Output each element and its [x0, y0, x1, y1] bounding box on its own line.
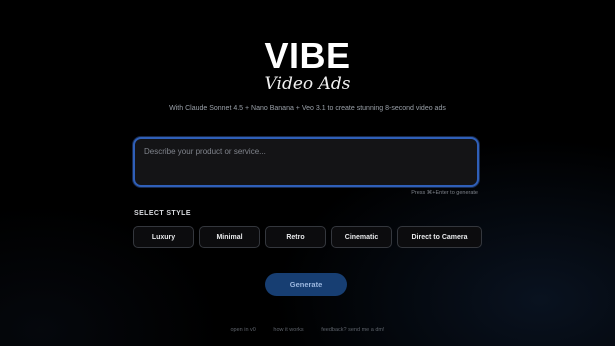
product-description-input[interactable]: [135, 139, 477, 185]
brand-title: VIBE: [264, 35, 351, 76]
keyboard-hint: Press ⌘+Enter to generate: [411, 190, 478, 196]
footer-link-feedback[interactable]: feedback? send me a dm!: [321, 327, 384, 333]
brand-subtitle: Video Ads: [264, 74, 351, 94]
style-options: Luxury Minimal Retro Cinematic Direct to…: [133, 226, 482, 248]
style-luxury-button[interactable]: Luxury: [133, 226, 194, 248]
tagline: With Claude Sonnet 4.5 + Nano Banana + V…: [169, 105, 446, 112]
footer-links: open in v0 how it works feedback? send m…: [0, 327, 615, 333]
footer-link-how-it-works[interactable]: how it works: [273, 327, 303, 333]
select-style-label: SELECT STYLE: [134, 210, 191, 217]
footer-link-open-in-v0[interactable]: open in v0: [230, 327, 255, 333]
style-retro-button[interactable]: Retro: [265, 226, 326, 248]
brand-header: VIBE Video Ads: [0, 35, 615, 95]
style-cinematic-button[interactable]: Cinematic: [331, 226, 392, 248]
style-direct-to-camera-button[interactable]: Direct to Camera: [397, 226, 482, 248]
generate-button[interactable]: Generate: [265, 273, 347, 296]
prompt-container: [133, 137, 479, 187]
style-minimal-button[interactable]: Minimal: [199, 226, 260, 248]
